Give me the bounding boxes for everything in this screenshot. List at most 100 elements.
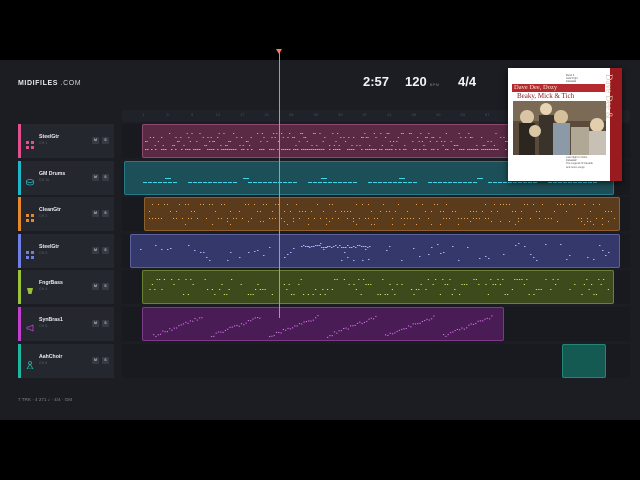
track-name[interactable]: SynBras1	[39, 317, 63, 323]
track-name[interactable]: FngrBass	[39, 280, 63, 286]
track-header[interactable]: AahChoir CH 6 MS	[18, 344, 114, 378]
midi-note	[518, 221, 519, 222]
midi-note	[194, 250, 196, 251]
midi-note	[448, 182, 452, 183]
midi-note	[171, 149, 173, 150]
midi-note	[371, 224, 372, 225]
midi-clip[interactable]	[142, 307, 504, 341]
mute-button[interactable]: M	[92, 210, 99, 217]
midi-clip[interactable]	[144, 197, 620, 231]
midi-note	[182, 323, 185, 325]
mute-button[interactable]: M	[92, 174, 99, 181]
tempo-display[interactable]: 120 BPM	[405, 74, 439, 89]
midi-note	[262, 289, 264, 290]
track-lane[interactable]	[122, 234, 630, 268]
track-header[interactable]: GM Drums CH 10 M S	[18, 161, 114, 195]
midi-note	[153, 334, 155, 336]
mute-button[interactable]: M	[92, 247, 99, 254]
midi-note	[408, 182, 412, 183]
solo-button[interactable]: S	[102, 174, 109, 181]
midi-note	[266, 141, 268, 142]
midi-note	[403, 149, 405, 150]
playhead[interactable]	[279, 52, 280, 318]
midi-note	[287, 137, 289, 138]
midi-clip[interactable]	[562, 344, 606, 378]
midi-note	[401, 133, 403, 134]
solo-button[interactable]: S	[102, 320, 109, 327]
midi-clip[interactable]	[142, 270, 614, 304]
midi-note	[412, 323, 414, 325]
track-name[interactable]: SteelGtr	[39, 134, 59, 140]
midi-note	[350, 211, 351, 212]
track-lane[interactable]	[122, 197, 630, 231]
midi-note	[347, 257, 349, 258]
midi-note	[315, 289, 317, 290]
track-name[interactable]: AahChoir	[39, 354, 62, 360]
midi-note	[361, 323, 363, 325]
track-name[interactable]: GM Drums	[39, 171, 65, 177]
mute-button[interactable]: M	[92, 320, 99, 327]
track-name[interactable]: CleanGtr	[39, 207, 61, 213]
midi-note	[325, 247, 327, 248]
midi-note	[591, 284, 593, 285]
midi-note	[382, 279, 384, 280]
bass-icon	[26, 282, 34, 294]
midi-note	[153, 137, 155, 138]
mute-button[interactable]: M	[92, 357, 99, 364]
midi-note	[467, 247, 469, 248]
track-header[interactable]: SteelGtr CH 1 MS	[18, 124, 114, 158]
midi-clip[interactable]	[130, 234, 620, 268]
midi-note	[263, 221, 264, 222]
midi-note	[458, 224, 459, 225]
solo-button[interactable]: S	[102, 357, 109, 364]
track-lane[interactable]	[122, 270, 630, 304]
midi-note	[409, 133, 411, 134]
track-header[interactable]: CleanGtr CH 2 MS	[18, 197, 114, 231]
midi-note	[403, 328, 405, 330]
track-header[interactable]: SteelGtr CH 3 MS	[18, 234, 114, 268]
midi-note	[500, 137, 502, 138]
solo-button[interactable]: S	[102, 283, 109, 290]
brand-logo[interactable]: MIDIFILES .COM	[18, 80, 81, 87]
midi-note	[391, 145, 393, 146]
midi-note	[374, 224, 375, 225]
midi-note	[456, 328, 458, 330]
meter-display[interactable]: 4/4	[458, 74, 476, 89]
midi-note	[411, 289, 413, 290]
midi-note	[210, 137, 212, 138]
midi-note	[536, 211, 537, 212]
track-header[interactable]: SynBras1 CH 5 MS	[18, 307, 114, 341]
solo-button[interactable]: S	[102, 137, 109, 144]
midi-note	[349, 247, 351, 248]
track-lane[interactable]	[122, 307, 630, 341]
midi-note	[428, 319, 430, 321]
midi-note	[297, 149, 299, 150]
midi-note	[335, 141, 337, 142]
midi-note	[248, 204, 249, 205]
midi-note	[314, 218, 315, 219]
mute-button[interactable]: M	[92, 137, 99, 144]
midi-note	[362, 204, 363, 205]
midi-note	[331, 335, 333, 337]
solo-button[interactable]: S	[102, 247, 109, 254]
track-lane[interactable]	[122, 344, 630, 378]
midi-note	[181, 149, 183, 150]
midi-note	[344, 252, 346, 253]
track-header[interactable]: FngrBass CH 4 MS	[18, 270, 114, 304]
mute-button[interactable]: M	[92, 283, 99, 290]
midi-note	[573, 182, 577, 183]
midi-note	[284, 221, 285, 222]
track-name[interactable]: SteelGtr	[39, 244, 59, 250]
midi-clip[interactable]	[142, 124, 510, 158]
midi-note	[512, 211, 513, 212]
midi-note	[506, 204, 507, 205]
track-channel: CH 6	[39, 361, 48, 365]
solo-button[interactable]: S	[102, 210, 109, 217]
midi-note	[485, 149, 487, 150]
midi-note	[424, 320, 426, 322]
midi-note	[205, 145, 207, 146]
midi-note	[158, 182, 162, 183]
midi-note	[278, 331, 280, 333]
midi-note	[263, 255, 265, 256]
midi-note	[446, 218, 447, 219]
